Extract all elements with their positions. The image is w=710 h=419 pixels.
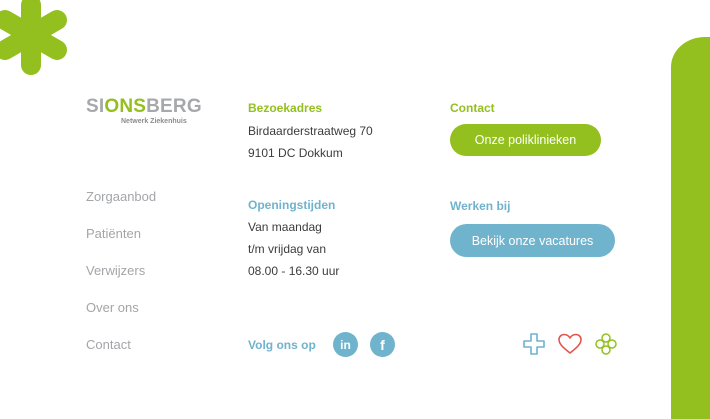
decorative-side-bar: [671, 37, 710, 419]
linkedin-icon[interactable]: in: [333, 332, 358, 357]
jobs-heading: Werken bij: [450, 199, 511, 213]
heart-outline-icon: [558, 333, 582, 354]
outpatient-clinics-button[interactable]: Onze poliklinieken: [450, 124, 601, 156]
hours-line-1: Van maandag: [248, 220, 322, 234]
address-street: Birdaarderstraatweg 70: [248, 124, 373, 138]
hours-heading: Openingstijden: [248, 198, 336, 212]
follow-us-label: Volg ons op: [248, 338, 316, 352]
hours-line-2: t/m vrijdag van: [248, 242, 327, 256]
nav-item-verwijzers[interactable]: Verwijzers: [86, 260, 156, 297]
facebook-icon[interactable]: f: [370, 332, 395, 357]
plus-outline-icon: [523, 333, 545, 355]
logo-tagline: Netwerk Ziekenhuis: [121, 118, 187, 125]
nav-item-over-ons[interactable]: Over ons: [86, 297, 156, 334]
nav-item-patienten[interactable]: Patiënten: [86, 223, 156, 260]
logo-wordmark: SIONSBERG: [86, 96, 202, 117]
address-city: 9101 DC Dokkum: [248, 146, 343, 160]
green-asterisk-icon: [0, 0, 67, 75]
vacancies-button[interactable]: Bekijk onze vacatures: [450, 224, 615, 257]
address-heading: Bezoekadres: [248, 101, 323, 115]
hours-line-3: 08.00 - 16.30 uur: [248, 264, 340, 278]
footer-nav: Zorgaanbod Patiënten Verwijzers Over ons…: [86, 186, 156, 371]
contact-heading: Contact: [450, 101, 495, 115]
sionsberg-logo[interactable]: SIONSBERG Netwerk Ziekenhuis: [86, 97, 202, 125]
nav-item-zorgaanbod[interactable]: Zorgaanbod: [86, 186, 156, 223]
nav-item-contact[interactable]: Contact: [86, 334, 156, 371]
clover-outline-icon: [595, 333, 617, 355]
